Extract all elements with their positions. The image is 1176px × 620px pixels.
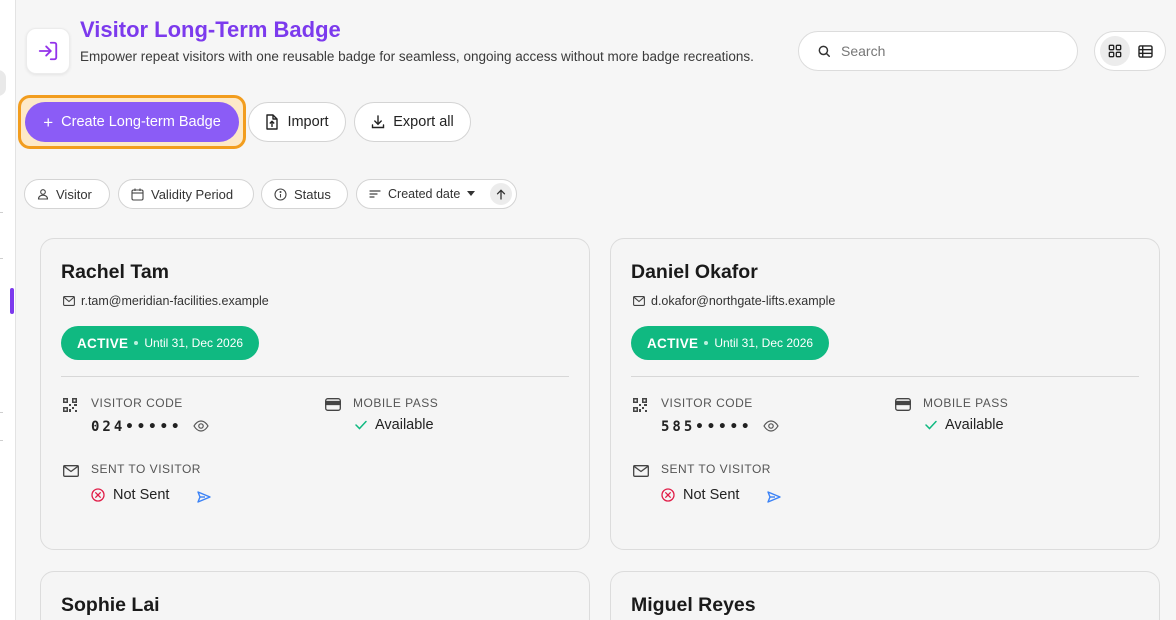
x-circle-icon [661,488,675,502]
list-icon [1138,44,1153,58]
view-toggle [1094,31,1166,71]
send-icon[interactable] [197,491,211,503]
filter-status-label: Status [294,186,331,202]
validity-until: Until 31, Dec 2026 [714,336,814,350]
plus-icon: + [43,112,54,132]
grid-icon [1108,44,1121,58]
create-long-term-badge-button[interactable]: + Create Long-term Badge [25,102,239,142]
status-badge: ACTIVE Until 31, Dec 2026 [631,326,830,360]
visitor-name: Miguel Reyes [631,594,756,616]
sidebar-divider [0,258,3,259]
page-title: Visitor Long-Term Badge [80,17,341,42]
visitor-email-text: d.okafor@northgate-lifts.example [651,294,836,308]
grid-view-button[interactable] [1099,36,1130,66]
sign-in-icon [26,28,70,74]
sort-lines-icon [369,190,381,198]
list-view-button[interactable] [1131,36,1161,66]
filter-visitor-label: Visitor [56,186,92,202]
import-button[interactable]: Import [248,102,346,142]
eye-icon[interactable] [763,420,779,432]
search-icon [818,45,830,57]
calendar-icon [131,188,144,201]
sidebar-active-indicator [10,288,14,314]
info-icon [274,187,287,201]
sort-direction-button[interactable] [490,183,512,205]
status-separator-dot [134,341,139,345]
sent-to-visitor-label: SENT TO VISITOR [91,462,201,476]
sidebar-toggle[interactable] [0,70,6,96]
visitor-name: Daniel Okafor [631,261,758,283]
visitor-code-label: VISITOR CODE [91,396,183,410]
status-separator-dot [704,341,709,345]
send-icon[interactable] [767,491,781,503]
sort-control[interactable]: Created date [356,179,517,209]
eye-icon[interactable] [193,420,209,432]
mobile-pass-status: Available [355,417,434,433]
filter-validity-period[interactable]: Validity Period [118,179,254,209]
mail-icon [63,296,75,306]
check-icon [355,420,367,430]
sent-status: Not Sent [661,487,739,503]
qr-code-icon [63,398,77,412]
arrow-up-icon [496,188,506,200]
x-circle-icon [91,488,105,502]
export-all-label: Export all [393,114,454,130]
envelope-icon [63,465,79,477]
filter-status[interactable]: Status [261,179,348,209]
visitor-code-value: 024••••• [91,419,183,435]
caret-down-icon[interactable] [467,191,476,197]
sidebar-collapsed [0,0,16,620]
filter-validity-label: Validity Period [151,186,234,202]
create-button-label: Create Long-term Badge [61,114,221,130]
sidebar-divider [0,412,3,413]
card-divider [631,376,1139,377]
wallet-icon [895,398,911,411]
mobile-pass-label: MOBILE PASS [923,396,1009,410]
envelope-icon [633,465,649,477]
visitor-code-value: 585••••• [661,419,753,435]
check-icon [925,420,937,430]
badge-card[interactable]: Daniel Okafor d.okafor@northgate-lifts.e… [610,238,1160,550]
mobile-pass-status: Available [925,417,1004,433]
visitor-name: Sophie Lai [61,594,160,616]
file-upload-icon [266,114,279,130]
sent-status-value: Not Sent [113,487,170,503]
visitor-email-text: r.tam@meridian-facilities.example [81,294,269,308]
import-label: Import [287,114,329,130]
download-icon [372,115,385,129]
search-input[interactable] [841,43,1041,59]
visitor-name: Rachel Tam [61,261,170,283]
visitor-email: d.okafor@northgate-lifts.example [633,294,835,308]
qr-code-icon [633,398,647,412]
validity-until: Until 31, Dec 2026 [144,336,244,350]
badge-card[interactable]: Miguel Reyes [610,571,1160,620]
badge-card[interactable]: Rachel Tam r.tam@meridian-facilities.exa… [40,238,590,550]
status-text: ACTIVE [77,335,129,351]
sent-status: Not Sent [91,487,169,503]
wallet-icon [325,398,341,411]
mail-icon [633,296,645,306]
filter-visitor[interactable]: Visitor [24,179,110,209]
visitor-email: r.tam@meridian-facilities.example [63,294,269,308]
user-icon [37,189,49,200]
export-all-button[interactable]: Export all [354,102,471,142]
visitor-code-label: VISITOR CODE [661,396,753,410]
mobile-pass-value: Available [375,417,434,433]
sidebar-divider [0,212,3,213]
status-text: ACTIVE [647,335,699,351]
sent-to-visitor-label: SENT TO VISITOR [661,462,771,476]
page-subtitle: Empower repeat visitors with one reusabl… [80,49,754,64]
sort-field-label: Created date [388,187,461,201]
mobile-pass-label: MOBILE PASS [353,396,439,410]
create-button-focus-ring: + Create Long-term Badge [18,95,246,149]
status-badge: ACTIVE Until 31, Dec 2026 [61,326,260,360]
card-divider [61,376,569,377]
search-box[interactable] [798,31,1078,71]
badge-card[interactable]: Sophie Lai [40,571,590,620]
mobile-pass-value: Available [945,417,1004,433]
sent-status-value: Not Sent [683,487,740,503]
sidebar-divider [0,440,3,441]
